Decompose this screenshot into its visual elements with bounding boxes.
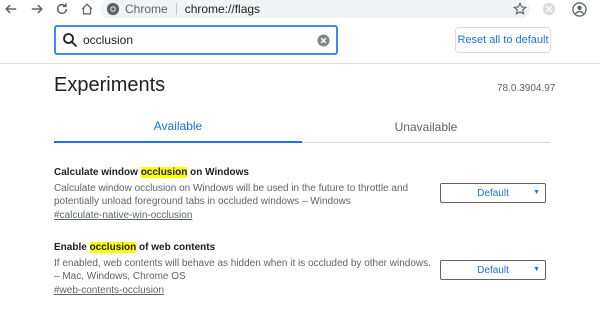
reload-icon[interactable] — [53, 0, 71, 18]
experiment-select[interactable]: Default ▼ — [440, 183, 546, 203]
select-value: Default — [477, 187, 509, 199]
back-icon[interactable] — [2, 0, 20, 18]
select-value: Default — [477, 264, 509, 276]
title-text: Enable — [54, 242, 90, 253]
flags-header: Reset all to default — [0, 18, 600, 64]
dropdown-caret-icon: ▼ — [533, 266, 540, 273]
dropdown-caret-icon: ▼ — [533, 189, 540, 196]
title-text: of web contents — [136, 242, 216, 253]
experiment-link[interactable]: #calculate-native-win-occlusion — [54, 209, 554, 222]
search-highlight: occlusion — [140, 167, 188, 178]
search-highlight: occlusion — [89, 242, 137, 253]
forward-icon[interactable] — [28, 0, 46, 18]
experiment-link[interactable]: #web-contents-occlusion — [54, 284, 554, 297]
tab-bar: Available Unavailable — [54, 110, 550, 143]
experiment-title: Enable occlusion of web contents — [54, 241, 554, 255]
url-text[interactable]: chrome://flags — [185, 2, 260, 16]
site-label: Chrome — [125, 2, 168, 16]
experiment-select[interactable]: Default ▼ — [440, 260, 546, 280]
page-title: Experiments — [54, 74, 166, 96]
chrome-icon — [106, 2, 120, 16]
experiment-item: Calculate window occlusion on Windows Ca… — [54, 166, 554, 222]
reset-all-button[interactable]: Reset all to default — [455, 27, 551, 53]
omnibox[interactable]: Chrome chrome://flags — [100, 0, 530, 19]
experiment-title: Calculate window occlusion on Windows — [54, 166, 554, 180]
title-text: Calculate window — [54, 167, 141, 178]
clear-search-icon[interactable] — [317, 34, 330, 47]
search-input[interactable] — [83, 33, 313, 47]
experiment-description: Calculate window occlusion on Windows wi… — [54, 183, 409, 207]
tab-available[interactable]: Available — [54, 110, 302, 143]
bookmark-star-icon[interactable] — [511, 0, 529, 18]
extension-icon[interactable] — [540, 0, 558, 18]
home-icon[interactable] — [78, 0, 96, 18]
search-box[interactable] — [54, 25, 338, 55]
title-text: on Windows — [187, 167, 249, 178]
profile-avatar-icon[interactable] — [570, 0, 588, 18]
experiment-description: If enabled, web contents will behave as … — [54, 258, 431, 282]
omnibox-divider — [175, 3, 177, 15]
search-icon — [63, 33, 78, 48]
tab-unavailable[interactable]: Unavailable — [302, 110, 550, 143]
browser-toolbar: Chrome chrome://flags — [0, 0, 600, 19]
experiment-item: Enable occlusion of web contents If enab… — [54, 241, 554, 297]
version-label: 78.0.3904.97 — [497, 83, 556, 94]
